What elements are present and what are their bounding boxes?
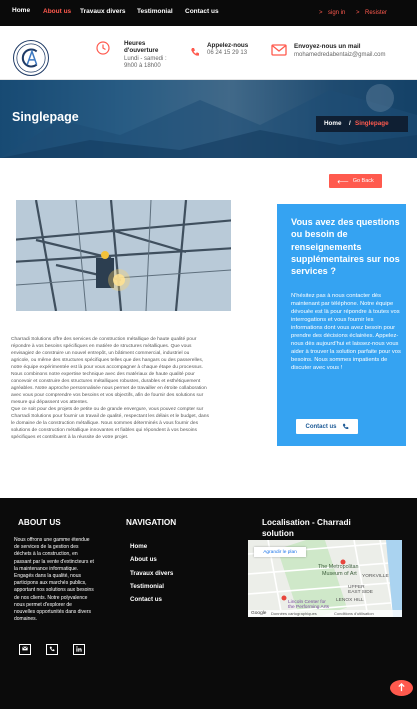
map-terms-link[interactable]: Conditions d'utilisation [334, 611, 374, 616]
nav-contact-us[interactable]: Contact us [185, 8, 219, 15]
footer-nav-travaux-divers[interactable]: Travaux divers [130, 570, 173, 577]
nav-about-us[interactable]: About us [43, 8, 71, 15]
phone-social-button[interactable] [46, 644, 58, 655]
call-title: Appelez-nous [207, 42, 249, 49]
article-paragraph-3: Que ce soit pour des projets de petite o… [11, 407, 209, 440]
map-area-label: LENOX HILL [336, 598, 364, 603]
map-area-label: YORKVILLE [362, 574, 389, 579]
phone-icon [342, 423, 349, 430]
map-poi-label: The Metropolitan [318, 564, 359, 570]
article-paragraph-2: Nous combinons notre expertise technique… [11, 372, 207, 405]
breadcrumb-current: Singlepage [355, 120, 389, 127]
envelope-icon [22, 646, 28, 653]
scroll-to-top-button[interactable] [390, 680, 413, 696]
footer-about-title: ABOUT US [18, 518, 61, 527]
cta-description: N'hésitez pas à nous contacter dès maint… [291, 293, 401, 372]
footer-navigation-title: NAVIGATION [126, 518, 177, 527]
map-data-attribution[interactable]: Données cartographiques [271, 611, 317, 616]
register-link[interactable]: Resister [365, 10, 387, 16]
go-back-button[interactable]: ⟵ Go Back [329, 174, 382, 188]
sign-in-link[interactable]: sign in [328, 10, 345, 16]
clock-icon [96, 41, 110, 55]
company-logo[interactable] [13, 40, 49, 76]
hours-title-line1: Heures [124, 40, 146, 47]
nav-home[interactable]: Home [12, 7, 30, 14]
breadcrumb-separator: / [349, 120, 351, 127]
footer-location-title-line2: solution [262, 529, 294, 538]
chevron-right-icon: > [356, 10, 360, 16]
steel-structure-illustration [16, 200, 231, 311]
map-attribution-bar: Google Données cartographiques Condition… [248, 610, 402, 617]
logo-mark [16, 43, 46, 73]
breadcrumb-home[interactable]: Home [324, 120, 342, 127]
footer-nav-home[interactable]: Home [130, 543, 147, 550]
arrow-left-icon: ⟵ [337, 176, 349, 186]
map-google-logo: Google [251, 611, 267, 616]
contact-us-button[interactable]: Contact us [296, 419, 358, 434]
map-enlarge-button[interactable]: Agrandir le plan [254, 547, 306, 557]
cta-question: Vous avez des questions ou besoin de ren… [291, 217, 400, 277]
page-title: Singlepage [12, 110, 79, 124]
contact-us-label: Contact us [305, 423, 337, 430]
mail-address[interactable]: mohamedredabentaiz@gmail.com [294, 52, 385, 59]
footer-nav-testimonial[interactable]: Testimonial [130, 583, 164, 590]
article-paragraph-1: Charradi Solutions offre des services de… [11, 337, 204, 370]
hours-text-line1: Lundi - samedi : [124, 56, 167, 62]
hours-title-line2: d'ouverture [124, 47, 159, 54]
map-enlarge-label: Agrandir le plan [263, 549, 297, 555]
footer-about-text: Nous offrons une gamme étendue de servic… [14, 537, 94, 623]
footer-nav-contact-us[interactable]: Contact us [130, 596, 162, 603]
linkedin-social-button[interactable] [73, 644, 85, 655]
phone-icon [49, 646, 55, 654]
map-area-label: EAST SIDE [348, 590, 373, 595]
linkedin-icon [76, 645, 82, 654]
article-body: Charradi Solutions offre des services de… [11, 336, 209, 441]
location-map[interactable]: Agrandir le plan The Metropolitan Museum… [248, 540, 402, 617]
chevron-right-icon: > [319, 10, 323, 16]
phone-icon [190, 44, 200, 56]
call-phone-number[interactable]: 06 24 15 29 13 [207, 50, 247, 57]
construction-photo [16, 200, 231, 311]
mail-icon [271, 43, 287, 56]
footer-location-title-line1: Localisation - Charradi [262, 518, 351, 527]
footer-nav-about-us[interactable]: About us [130, 556, 157, 563]
arrow-up-icon [397, 679, 406, 697]
nav-testimonial[interactable]: Testimonial [137, 8, 173, 15]
contact-cta-panel: Vous avez des questions ou besoin de ren… [277, 204, 406, 446]
go-back-label: Go Back [352, 178, 374, 184]
map-poi-label: Museum of Art [322, 571, 357, 577]
nav-travaux-divers[interactable]: Travaux divers [80, 8, 126, 15]
mail-title: Envoyez-nous un mail [294, 43, 361, 50]
hours-text-line2: 9h00 à 18h00 [124, 63, 161, 69]
email-social-button[interactable] [19, 644, 31, 655]
